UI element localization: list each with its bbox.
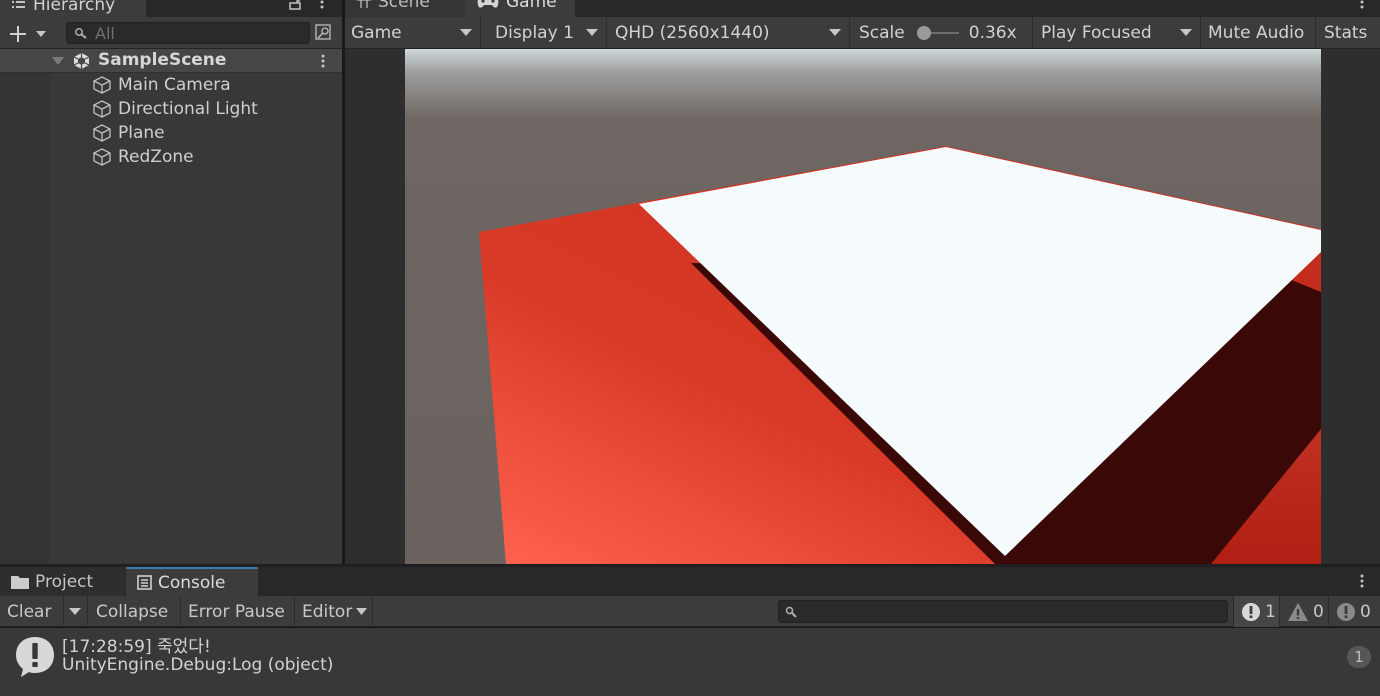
console-search-input[interactable] <box>778 600 1228 623</box>
search-placeholder: All <box>95 24 115 43</box>
error-filter-toggle[interactable]: 0 <box>1329 596 1380 627</box>
log-entry[interactable]: [17:28:59] 죽었다! UnityEngine.Debug:Log (o… <box>0 628 1380 684</box>
error-icon <box>1337 602 1355 621</box>
game-render-view[interactable] <box>405 49 1321 564</box>
tab-console[interactable]: Console <box>126 567 258 596</box>
hierarchy-item-label: Plane <box>118 123 165 143</box>
gameobject-cube-icon <box>92 99 112 119</box>
scene-search-icon[interactable] <box>312 23 334 43</box>
display-select[interactable]: Display 1 <box>489 17 607 49</box>
tab-game-label: Game <box>506 0 557 12</box>
hierarchy-gutter <box>0 49 49 564</box>
scene-more-icon[interactable] <box>321 54 325 68</box>
tab-project[interactable]: Project <box>0 567 125 596</box>
hierarchy-item-directional-light[interactable]: Directional Light <box>92 97 258 121</box>
hierarchy-item-plane[interactable]: Plane <box>92 121 165 145</box>
tab-console-label: Console <box>158 572 226 593</box>
dropdown-arrow-icon <box>829 29 841 36</box>
mute-audio-label: Mute Audio <box>1208 23 1305 43</box>
editor-label: Editor <box>302 601 353 622</box>
dropdown-arrow-icon <box>586 29 598 36</box>
mute-audio-toggle[interactable]: Mute Audio <box>1202 17 1316 49</box>
add-object-button[interactable] <box>8 24 50 44</box>
stats-label: Stats <box>1324 23 1368 43</box>
scene-row[interactable]: SampleScene <box>0 49 342 73</box>
hierarchy-item-label: RedZone <box>118 147 194 167</box>
clear-label: Clear <box>7 601 52 622</box>
game-more-icon[interactable] <box>1360 0 1364 12</box>
clear-options-dropdown[interactable] <box>64 596 88 627</box>
log-count-badge: 1 <box>1347 646 1371 668</box>
collapse-toggle[interactable]: Collapse <box>89 596 181 627</box>
hierarchy-item-redzone[interactable]: RedZone <box>92 145 194 169</box>
scene-name: SampleScene <box>98 50 227 70</box>
gamepad-icon <box>477 0 499 9</box>
stats-toggle[interactable]: Stats <box>1318 17 1380 49</box>
editor-dropdown[interactable]: Editor <box>295 596 373 627</box>
hierarchy-tab-label: Hierarchy <box>33 0 116 15</box>
hierarchy-item-label: Directional Light <box>118 99 258 119</box>
info-icon <box>1242 602 1260 621</box>
scale-slider-thumb[interactable] <box>916 26 931 40</box>
log-info-icon <box>15 636 55 678</box>
play-focused-label: Play Focused <box>1041 23 1152 43</box>
error-count: 0 <box>1360 601 1371 622</box>
scale-slider[interactable] <box>916 26 959 40</box>
tab-scene-label: Scene <box>378 0 430 12</box>
display-select-value: Display 1 <box>495 23 574 43</box>
resolution-select[interactable]: QHD (2560x1440) <box>609 17 850 49</box>
tab-game[interactable]: Game <box>465 0 575 17</box>
dropdown-arrow-icon <box>1180 29 1192 36</box>
console-more-icon[interactable] <box>1360 574 1364 588</box>
scene-grid-icon <box>357 0 371 8</box>
search-icon <box>74 27 88 39</box>
warning-count: 0 <box>1313 601 1324 622</box>
gameobject-cube-icon <box>92 75 112 95</box>
play-focused-select[interactable]: Play Focused <box>1035 17 1201 49</box>
view-select[interactable]: Game <box>345 17 481 49</box>
scale-label: Scale <box>859 23 905 43</box>
tab-project-label: Project <box>35 571 94 592</box>
error-pause-label: Error Pause <box>188 601 285 622</box>
search-icon <box>785 606 798 618</box>
gameobject-cube-icon <box>92 147 112 167</box>
tab-scene[interactable]: Scene <box>345 0 465 17</box>
log-message: [17:28:59] 죽었다! <box>62 637 211 657</box>
folder-icon <box>11 575 29 589</box>
hierarchy-search-input[interactable]: All <box>66 22 310 44</box>
collapse-label: Collapse <box>96 601 169 622</box>
unity-scene-icon <box>72 52 91 70</box>
game-scene-render <box>405 49 1321 564</box>
resolution-select-value: QHD (2560x1440) <box>615 23 770 43</box>
hierarchy-item-label: Main Camera <box>118 75 231 95</box>
warning-filter-toggle[interactable]: 0 <box>1280 596 1329 627</box>
warning-icon <box>1288 602 1308 621</box>
tab-hierarchy[interactable]: Hierarchy <box>0 0 146 17</box>
hierarchy-list-icon <box>12 0 25 12</box>
hierarchy-more-icon[interactable] <box>320 0 324 12</box>
dropdown-arrow-icon <box>69 607 81 615</box>
view-select-value: Game <box>351 23 402 43</box>
expand-arrow-icon[interactable] <box>52 57 64 66</box>
lock-icon[interactable] <box>289 0 302 10</box>
dropdown-arrow-icon <box>460 29 472 36</box>
log-stacktrace: UnityEngine.Debug:Log (object) <box>62 655 334 675</box>
log-count: 1 <box>1265 601 1276 622</box>
clear-button[interactable]: Clear <box>0 596 64 627</box>
log-filter-toggle[interactable]: 1 <box>1233 596 1280 627</box>
dropdown-arrow-icon <box>356 607 368 615</box>
error-pause-toggle[interactable]: Error Pause <box>181 596 295 627</box>
scale-control: Scale 0.36x <box>852 17 1033 49</box>
console-icon <box>137 575 152 590</box>
scale-value: 0.36x <box>968 23 1017 43</box>
gameobject-cube-icon <box>92 123 112 143</box>
hierarchy-item-main-camera[interactable]: Main Camera <box>92 73 231 97</box>
hierarchy-body <box>0 49 342 564</box>
